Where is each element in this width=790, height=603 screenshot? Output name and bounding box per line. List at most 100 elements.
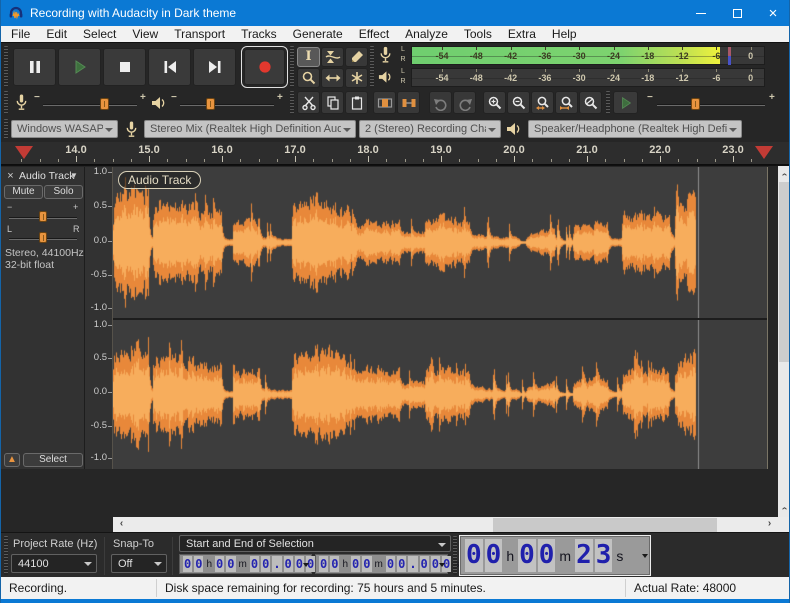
time-digit[interactable]: 0 (261, 556, 270, 572)
transport-toolbar-grip[interactable] (4, 46, 8, 88)
time-digit[interactable]: 0 (183, 556, 192, 572)
minimize-button[interactable] (683, 0, 719, 26)
menu-item-view[interactable]: View (124, 26, 166, 42)
project-rate-select[interactable]: 44100 (11, 554, 97, 573)
mixer-toolbar-grip[interactable] (4, 91, 8, 115)
recording-volume-thumb[interactable] (100, 98, 109, 110)
horizontal-scrollbar[interactable]: ‹ › (113, 517, 778, 533)
playback-device-select[interactable]: Speaker/Headphone (Realtek High Definiti… (528, 120, 742, 138)
recording-volume-slider[interactable] (43, 104, 137, 106)
scroll-left-arrow[interactable]: ‹ (115, 518, 128, 529)
time-digit[interactable]: 0 (386, 556, 395, 572)
record-button[interactable] (244, 49, 285, 85)
zoom-tool-button[interactable] (297, 68, 320, 88)
time-digit[interactable]: 3 (595, 539, 613, 572)
cut-button[interactable] (297, 91, 320, 114)
solo-button[interactable]: Solo (44, 185, 83, 199)
horizontal-scrollbar-thumb[interactable] (493, 518, 717, 532)
scroll-up-arrow[interactable]: ‹ (779, 168, 790, 181)
meter-toolbar-grip[interactable] (370, 46, 374, 88)
selection-mode-select[interactable]: Start and End of Selection (179, 535, 451, 552)
recording-device-select[interactable]: Stereo Mix (Realtek High Definition Audi… (144, 120, 356, 138)
track-select-button[interactable]: Select (23, 453, 83, 467)
redo-button[interactable] (453, 91, 476, 114)
track-menu-dropdown-icon[interactable]: ▼ (70, 171, 78, 180)
time-field-dropdown-icon[interactable] (303, 563, 309, 567)
maximize-button[interactable] (719, 0, 755, 26)
menu-item-transport[interactable]: Transport (166, 26, 233, 42)
menu-item-extra[interactable]: Extra (500, 26, 544, 42)
play-speed-thumb[interactable] (691, 98, 700, 110)
time-field-dropdown-icon[interactable] (642, 554, 648, 558)
fit-selection-button[interactable] (531, 91, 554, 114)
time-digit[interactable]: 2 (575, 539, 593, 572)
envelope-tool-button[interactable] (321, 47, 344, 67)
collapse-track-button[interactable]: ▲ (4, 453, 20, 467)
mute-button[interactable]: Mute (4, 185, 43, 199)
playback-meter[interactable]: L R -54-48-42-36-30-24-18-12-60 (377, 67, 763, 88)
recording-time-display[interactable]: 00h00m23s (459, 535, 651, 576)
trim-audio-button[interactable] (373, 91, 396, 114)
time-digit[interactable]: 0 (420, 556, 429, 572)
menu-item-tracks[interactable]: Tracks (233, 26, 285, 42)
play-speed-slider[interactable] (657, 104, 765, 106)
time-digit[interactable]: 0 (319, 556, 328, 572)
time-digit[interactable]: 0 (284, 556, 293, 572)
menu-item-analyze[interactable]: Analyze (397, 26, 456, 42)
waveform-channel-right[interactable] (113, 320, 767, 469)
vertical-scrollbar-thumb[interactable] (779, 182, 790, 362)
time-digit[interactable]: 0 (194, 556, 203, 572)
zoom-out-button[interactable] (507, 91, 530, 114)
multi-tool-button[interactable] (345, 68, 368, 88)
play-at-speed-button[interactable] (613, 91, 638, 114)
undo-button[interactable] (429, 91, 452, 114)
zoom-in-button[interactable] (483, 91, 506, 114)
pan-slider-thumb[interactable] (39, 232, 47, 243)
device-toolbar-grip[interactable] (4, 119, 8, 139)
pause-button[interactable] (13, 48, 56, 86)
selection-tool-button[interactable]: I (297, 47, 320, 67)
menu-item-select[interactable]: Select (75, 26, 124, 42)
track-close-button[interactable]: × (4, 170, 17, 183)
menu-item-edit[interactable]: Edit (38, 26, 75, 42)
waveform-channel-left[interactable] (113, 167, 767, 318)
play-at-speed-toolbar-grip[interactable] (606, 91, 610, 115)
time-digit[interactable]: 0 (330, 556, 339, 572)
time-digit[interactable]: 0 (485, 539, 503, 572)
menu-item-help[interactable]: Help (544, 26, 585, 42)
skip-to-end-button[interactable] (193, 48, 236, 86)
time-toolbar-grip[interactable] (453, 536, 457, 575)
draw-tool-button[interactable] (345, 47, 368, 67)
selection-toolbar-grip[interactable] (4, 536, 8, 575)
vertical-scrollbar[interactable]: ‹ › (778, 166, 790, 517)
time-digit[interactable]: 0 (538, 539, 556, 572)
audio-host-select[interactable]: Windows WASAPI (11, 120, 118, 138)
recording-meter-bar[interactable]: -54-48-42-36-30-24-18-12-60 (411, 46, 765, 65)
menu-item-tools[interactable]: Tools (456, 26, 500, 42)
time-digit[interactable]: . (272, 556, 281, 572)
time-digit[interactable]: . (408, 556, 417, 572)
time-digit[interactable]: 0 (397, 556, 406, 572)
time-digit[interactable]: 0 (250, 556, 259, 572)
time-digit[interactable]: 0 (362, 556, 371, 572)
menu-item-generate[interactable]: Generate (285, 26, 351, 42)
stop-button[interactable] (103, 48, 146, 86)
time-digit[interactable]: 0 (351, 556, 360, 572)
close-button[interactable]: × (755, 0, 790, 26)
fit-project-button[interactable] (555, 91, 578, 114)
copy-button[interactable] (321, 91, 344, 114)
playback-volume-thumb[interactable] (206, 98, 215, 110)
zoom-toggle-button[interactable] (579, 91, 602, 114)
menu-item-file[interactable]: File (3, 26, 38, 42)
timeline-ruler[interactable]: 14.015.016.017.018.019.020.021.022.023.0 (1, 142, 790, 165)
time-digit[interactable]: 0 (226, 556, 235, 572)
gain-slider-thumb[interactable] (39, 211, 47, 222)
tools-toolbar-grip[interactable] (290, 46, 294, 88)
time-digit[interactable]: 0 (465, 539, 483, 572)
playback-volume-slider[interactable] (180, 104, 274, 106)
amplitude-ruler[interactable]: 1.00.50.0-0.5-1.01.00.50.0-0.5-1.0 (85, 167, 113, 469)
track-name[interactable]: Audio Track (19, 170, 74, 182)
selection-start-time[interactable]: 00h00m00.000s (179, 554, 312, 574)
play-button[interactable] (58, 48, 101, 86)
edit-toolbar-grip[interactable] (290, 91, 294, 115)
